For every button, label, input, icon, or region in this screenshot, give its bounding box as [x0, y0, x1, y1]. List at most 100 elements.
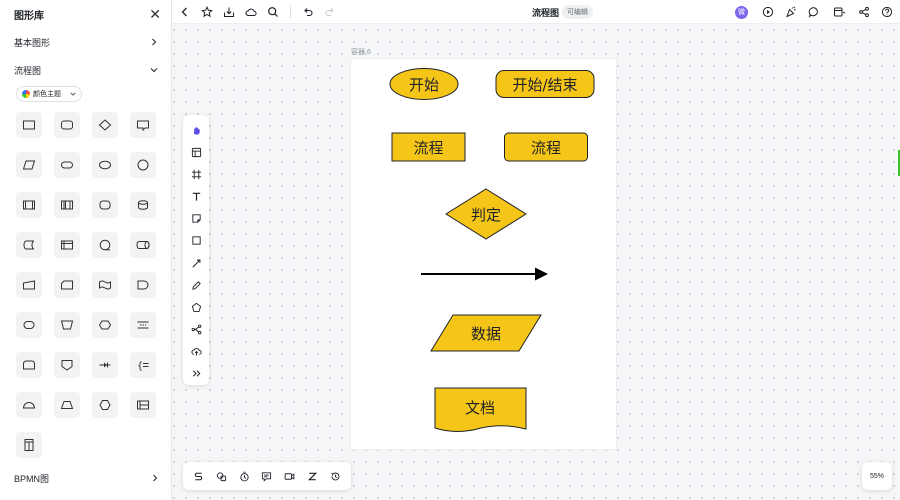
shape-data-label: 数据 [471, 325, 501, 343]
present-button[interactable] [757, 1, 779, 23]
timer-button[interactable] [234, 466, 254, 486]
shape-rounded-process[interactable] [54, 112, 80, 138]
layout-menu-button[interactable] [826, 1, 852, 23]
redo-button[interactable] [319, 1, 341, 23]
shape-direct-data[interactable] [130, 232, 156, 258]
back-button[interactable] [174, 1, 196, 23]
shape-process[interactable] [16, 112, 42, 138]
shape-connector[interactable] [130, 152, 156, 178]
shape-preparation[interactable] [92, 312, 118, 338]
shape-process-2-label: 流程 [531, 139, 561, 157]
shape-vertical-swimlane[interactable] [16, 432, 42, 458]
shape-arrow-connector[interactable] [92, 352, 118, 378]
shape-loop-limit[interactable] [16, 352, 42, 378]
connector-tool[interactable] [185, 252, 207, 274]
shape-delay[interactable] [130, 272, 156, 298]
sleep-mode-button[interactable] [303, 466, 323, 486]
chevron-right-icon [150, 473, 160, 483]
help-icon [881, 6, 893, 18]
frame-tool[interactable] [185, 163, 207, 185]
shape-start[interactable]: 开始 [389, 68, 459, 100]
half-circle-shape-icon [22, 402, 36, 409]
upload-tool[interactable] [185, 341, 207, 363]
shape-comment[interactable] [130, 112, 156, 138]
favorite-button[interactable] [196, 1, 218, 23]
container-label[interactable]: 容器 6 [351, 47, 371, 57]
share-button[interactable] [853, 1, 875, 23]
shape-paper-tape[interactable] [92, 272, 118, 298]
shape-terminator[interactable] [54, 152, 80, 178]
shape-document[interactable]: 文档 [434, 387, 527, 432]
shape-ellipse[interactable] [92, 152, 118, 178]
search-button[interactable] [262, 1, 284, 23]
shape-manual-input[interactable] [16, 272, 42, 298]
shape-process-2[interactable]: 流程 [504, 132, 588, 162]
shape-decision[interactable]: 判定 [445, 188, 527, 240]
document-title: 流程图 [532, 8, 560, 18]
container-frame[interactable]: 开始 开始/结束 流程 流程 判定 数据 文档 [351, 59, 616, 449]
close-icon[interactable]: ✕ [149, 7, 161, 21]
text-tool[interactable] [185, 186, 207, 208]
shape-swimlane[interactable] [130, 392, 156, 418]
pen-style-button[interactable] [188, 466, 208, 486]
connector-arrow[interactable] [421, 267, 548, 281]
chevron-down-icon [70, 91, 76, 97]
shape-display[interactable] [16, 312, 42, 338]
avatar[interactable]: 微 [735, 5, 748, 19]
shape-tool[interactable] [185, 230, 207, 252]
shape-parallel-mode[interactable] [130, 312, 156, 338]
section-bpmn[interactable]: BPMN图 [0, 464, 172, 492]
shape-off-page[interactable] [54, 352, 80, 378]
section-basic-shapes[interactable]: 基本图形 [0, 28, 171, 56]
shape-process-1-label: 流程 [413, 139, 443, 157]
pen-tool[interactable] [185, 274, 207, 296]
zoom-level[interactable]: 55% [862, 462, 892, 490]
help-button[interactable] [876, 1, 898, 23]
shape-data[interactable]: 数据 [430, 314, 542, 352]
shape-manual-operation[interactable] [54, 312, 80, 338]
section-flowchart[interactable]: 流程图 [0, 56, 171, 84]
mindmap-tool[interactable] [185, 319, 207, 341]
sticky-note-icon [191, 214, 201, 223]
select-tool[interactable] [185, 119, 207, 141]
video-button[interactable] [280, 466, 300, 486]
shape-decision[interactable] [92, 112, 118, 138]
redo-icon [325, 7, 334, 16]
shape-start-end[interactable]: 开始/结束 [495, 70, 595, 98]
more-tools-button[interactable] [185, 363, 207, 385]
shape-hexagon[interactable] [92, 392, 118, 418]
color-theme-button[interactable]: 颜色主题 [16, 86, 82, 102]
history-button[interactable] [325, 466, 345, 486]
shape-internal-storage[interactable] [54, 232, 80, 258]
polygon-tool[interactable] [185, 296, 207, 318]
shape-predefined-process[interactable] [16, 192, 42, 218]
undo-button[interactable] [297, 1, 319, 23]
shape-sequential-data[interactable] [92, 232, 118, 258]
comments-button[interactable] [803, 1, 825, 23]
download-button[interactable] [218, 1, 240, 23]
comment-tool-button[interactable] [257, 466, 277, 486]
shape-half-circle[interactable] [16, 392, 42, 418]
diamond-shape-icon [98, 119, 112, 131]
shape-annotation[interactable]: { [130, 352, 156, 378]
card-shape-icon [61, 280, 73, 290]
shape-alternate[interactable] [92, 192, 118, 218]
shape-data[interactable] [16, 152, 42, 178]
cloud-save-button[interactable] [240, 1, 262, 23]
template-tool[interactable] [185, 141, 207, 163]
squiggle-icon [194, 472, 202, 480]
subprocess-shape-icon [61, 200, 73, 210]
shape-subprocess[interactable] [54, 192, 80, 218]
shape-card[interactable] [54, 272, 80, 298]
annotation-brace-icon: { [137, 361, 149, 372]
shape-process-1[interactable]: 流程 [391, 132, 466, 162]
celebrate-button[interactable] [780, 1, 802, 23]
collaborate-button[interactable] [211, 466, 231, 486]
shape-database[interactable] [130, 192, 156, 218]
stored-data-shape-icon [23, 240, 35, 250]
vertical-swimlane-icon [24, 439, 34, 451]
shape-stored-data[interactable] [16, 232, 42, 258]
sticky-note-tool[interactable] [185, 208, 207, 230]
shape-trapezoid[interactable] [54, 392, 80, 418]
pentagon-icon [191, 302, 201, 312]
